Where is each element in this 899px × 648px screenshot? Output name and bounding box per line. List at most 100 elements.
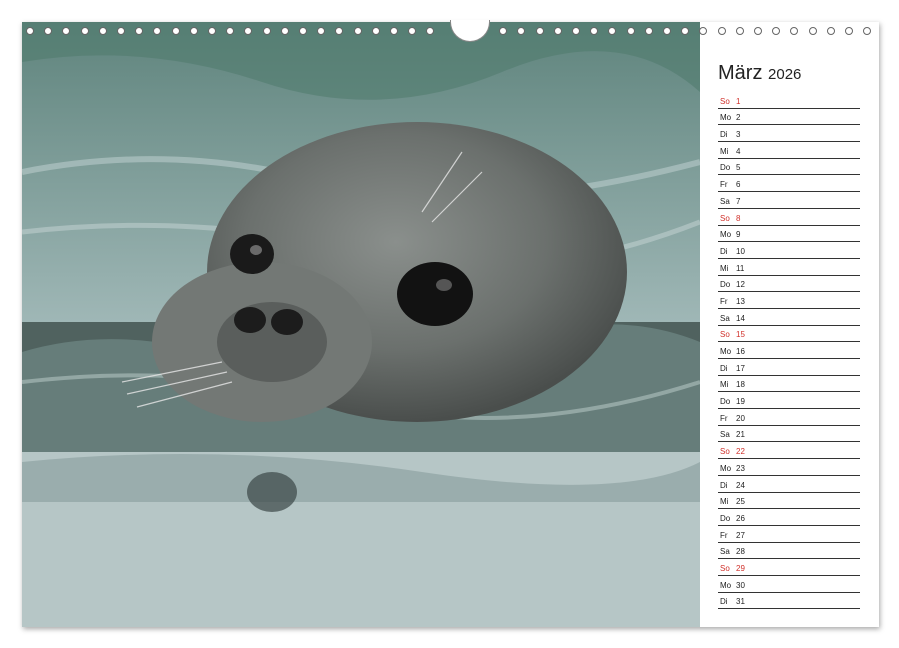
day-row: Sa14 [718, 309, 860, 326]
day-number: 26 [736, 514, 745, 523]
weekday-label: Do [720, 514, 730, 523]
day-row: Mo23 [718, 459, 860, 476]
day-number: 1 [736, 97, 740, 106]
binding-hole [827, 27, 835, 35]
day-row: So 22 [718, 442, 860, 459]
day-row: Do 12 [718, 276, 860, 293]
weekday-label: Fr [720, 180, 728, 189]
weekday-label: So [720, 330, 730, 339]
day-row: Do19 [718, 392, 860, 409]
binding-hole [627, 27, 635, 35]
binding-hole [718, 27, 726, 35]
day-row: Sa7 [718, 192, 860, 209]
seal-illustration [22, 22, 700, 627]
day-number: 14 [736, 314, 745, 323]
binding-hole [208, 27, 216, 35]
day-row: So 1 [718, 92, 860, 109]
day-number: 17 [736, 364, 745, 373]
day-row: So8 [718, 209, 860, 226]
month-year: 2026 [768, 66, 801, 83]
weekday-label: Mi [720, 264, 728, 273]
binding-hole [135, 27, 143, 35]
spiral-binding [22, 22, 879, 40]
day-number: 3 [736, 130, 740, 139]
weekday-label: Di [720, 364, 728, 373]
day-row: Fr13 [718, 292, 860, 309]
day-row: Di 31 [718, 593, 860, 610]
weekday-label: Mo [720, 347, 731, 356]
binding-hole [62, 27, 70, 35]
day-row: Di3 [718, 125, 860, 142]
day-row: Di 17 [718, 359, 860, 376]
day-row: Fr20 [718, 409, 860, 426]
weekday-label: Do [720, 163, 730, 172]
day-number: 12 [736, 280, 745, 289]
weekday-label: Do [720, 280, 730, 289]
weekday-label: Fr [720, 414, 728, 423]
binding-hole [244, 27, 252, 35]
binding-hole [663, 27, 671, 35]
binding-hole [299, 27, 307, 35]
day-row: Sa28 [718, 543, 860, 560]
weekday-label: Di [720, 481, 728, 490]
day-number: 10 [736, 247, 745, 256]
day-number: 11 [736, 264, 744, 273]
binding-hole [845, 27, 853, 35]
binding-hole [153, 27, 161, 35]
binding-hole [590, 27, 598, 35]
weekday-label: Fr [720, 531, 728, 540]
day-number: 30 [736, 581, 745, 590]
weekday-label: Mi [720, 147, 728, 156]
weekday-label: Mo [720, 113, 731, 122]
day-number: 29 [736, 564, 745, 573]
hanger-hook [450, 20, 490, 42]
calendar-panel: März 2026 So1Mo2Di3Mi4Do5Fr6Sa7So8Mo9Di1… [700, 22, 879, 627]
weekday-label: Do [720, 397, 730, 406]
binding-hole [263, 27, 271, 35]
day-row: Do 26 [718, 509, 860, 526]
binding-hole [281, 27, 289, 35]
day-number: 31 [736, 597, 745, 606]
day-number: 23 [736, 464, 745, 473]
binding-hole [426, 27, 434, 35]
weekday-label: Sa [720, 197, 730, 206]
weekday-label: Mo [720, 230, 731, 239]
binding-hole [226, 27, 234, 35]
binding-hole [772, 27, 780, 35]
weekday-label: Fr [720, 297, 728, 306]
binding-hole [26, 27, 34, 35]
day-row: So 15 [718, 326, 860, 343]
day-number: 15 [736, 330, 745, 339]
binding-hole [44, 27, 52, 35]
binding-hole [354, 27, 362, 35]
day-number: 5 [736, 163, 740, 172]
binding-hole [117, 27, 125, 35]
day-row: Sa21 [718, 426, 860, 443]
day-number: 6 [736, 180, 740, 189]
seal-photo [22, 22, 700, 627]
weekday-label: Di [720, 597, 728, 606]
day-row: Mo30 [718, 576, 860, 593]
day-row: Mo 16 [718, 342, 860, 359]
binding-hole [608, 27, 616, 35]
weekday-label: So [720, 97, 730, 106]
day-number: 22 [736, 447, 745, 456]
binding-hole [736, 27, 744, 35]
weekday-label: So [720, 214, 730, 223]
binding-hole [517, 27, 525, 35]
weekday-label: So [720, 447, 730, 456]
binding-hole [863, 27, 871, 35]
day-number: 24 [736, 481, 745, 490]
day-number: 18 [736, 380, 745, 389]
binding-hole [499, 27, 507, 35]
binding-hole [81, 27, 89, 35]
month-title: März 2026 [718, 62, 801, 85]
day-number: 16 [736, 347, 745, 356]
day-number: 21 [736, 430, 745, 439]
binding-hole [754, 27, 762, 35]
day-number: 25 [736, 497, 745, 506]
binding-hole [317, 27, 325, 35]
day-row: So29 [718, 559, 860, 576]
binding-hole [190, 27, 198, 35]
binding-hole [390, 27, 398, 35]
